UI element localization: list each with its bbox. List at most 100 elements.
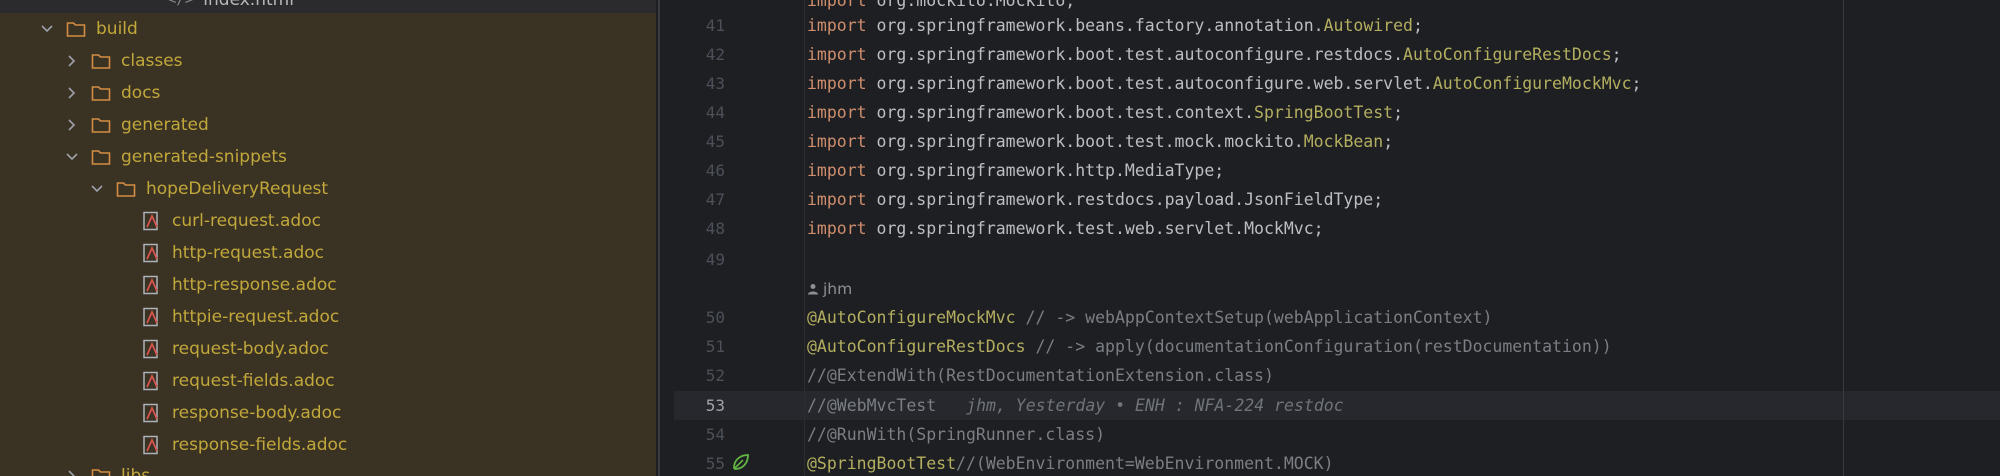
code-line[interactable]: 49: [674, 245, 2000, 274]
tree-item-hopedeliveryrequest[interactable]: hopeDeliveryRequest: [0, 173, 656, 205]
code-token: org.springframework.beans.factory.annota…: [866, 16, 1324, 35]
tree-item-label: http-request.adoc: [172, 243, 325, 263]
tree-item-label: httpie-request.adoc: [172, 307, 340, 327]
asciidoc-file-icon: [143, 435, 158, 455]
folder-icon: [66, 22, 86, 37]
line-number: 44: [705, 103, 725, 122]
code-token: import: [807, 45, 867, 64]
code-token: ;: [1412, 16, 1423, 35]
line-number: 49: [705, 250, 725, 269]
line-number: 48: [705, 219, 725, 238]
code-line[interactable]: 54 //@RunWith(SpringRunner.class): [674, 420, 2000, 449]
code-token: org.springframework.boot.test.mock.mocki…: [866, 132, 1304, 151]
code-token: org.springframework.test.web.servlet.Moc…: [866, 219, 1324, 238]
code-comment: // -> apply(documentationConfiguration(r…: [1025, 337, 1612, 356]
tree-item-label: docs: [121, 83, 161, 103]
line-number: 46: [705, 161, 725, 180]
code-comment: //@RunWith(SpringRunner.class): [807, 425, 1106, 444]
chevron-right-icon[interactable]: [65, 118, 79, 132]
tree-item-file[interactable]: response-body.adoc: [0, 397, 656, 429]
code-token: import: [807, 219, 867, 238]
tree-item-label: request-body.adoc: [172, 339, 329, 359]
tree-item-label: http-response.adoc: [172, 275, 337, 295]
line-number: 52: [705, 366, 725, 385]
code-vision-author-hint[interactable]: jhm: [807, 276, 852, 302]
code-token: import: [807, 16, 867, 35]
tree-item-file[interactable]: http-response.adoc: [0, 269, 656, 301]
tree-item-file[interactable]: curl-request.adoc: [0, 205, 656, 237]
code-line[interactable]: 52 //@ExtendWith(RestDocumentationExtens…: [674, 361, 2000, 390]
code-line[interactable]: 47 import org.springframework.restdocs.p…: [674, 185, 2000, 214]
code-token: org.springframework.boot.test.context.: [866, 103, 1255, 122]
author-name: jhm: [823, 280, 853, 298]
code-line[interactable]: 41 import org.springframework.beans.fact…: [674, 11, 2000, 40]
chevron-down-icon[interactable]: [40, 22, 54, 36]
code-line[interactable]: 44 import org.springframework.boot.test.…: [674, 98, 2000, 127]
tree-item-file[interactable]: request-body.adoc: [0, 333, 656, 365]
tree-item-file[interactable]: httpie-request.adoc: [0, 301, 656, 333]
chevron-right-icon[interactable]: [65, 469, 79, 476]
line-number: 54: [705, 425, 725, 444]
tree-item-label: request-fields.adoc: [172, 371, 335, 391]
code-line[interactable]: 42 import org.springframework.boot.test.…: [674, 40, 2000, 69]
chevron-down-icon[interactable]: [90, 182, 104, 196]
code-token: ;: [1393, 103, 1404, 122]
asciidoc-file-icon: [143, 403, 158, 423]
tree-item-label: generated-snippets: [121, 147, 287, 167]
code-line[interactable]: 43 import org.springframework.boot.test.…: [674, 69, 2000, 98]
code-line-current[interactable]: 53 //@WebMvcTest jhm, Yesterday • ENH : N…: [674, 391, 2000, 420]
tree-item-label: libs: [121, 466, 151, 476]
tree-item-classes[interactable]: classes: [0, 45, 656, 77]
html-file-icon: </>: [168, 0, 194, 8]
code-token: ;: [1631, 74, 1642, 93]
folder-icon: [91, 86, 111, 101]
tree-item-label: hopeDeliveryRequest: [146, 179, 329, 199]
code-token: import: [807, 74, 867, 93]
code-token: org.springframework.restdocs.payload.Jso…: [866, 190, 1384, 209]
code-token: Autowired: [1323, 16, 1413, 35]
tree-item-libs[interactable]: libs: [0, 460, 656, 476]
spring-bean-gutter-icon[interactable]: [730, 451, 752, 473]
code-token: MockBean: [1303, 132, 1384, 151]
code-line[interactable]: 48 import org.springframework.test.web.s…: [674, 214, 2000, 243]
tree-item-label: response-body.adoc: [172, 403, 342, 423]
tree-item-file[interactable]: request-fields.adoc: [0, 365, 656, 397]
code-token: org.springframework.boot.test.autoconfig…: [866, 45, 1404, 64]
code-token: AutoConfigureMockMvc: [1432, 74, 1632, 93]
chevron-right-icon[interactable]: [65, 54, 79, 68]
chevron-down-icon[interactable]: [65, 150, 79, 164]
code-token: org.mockito.Mockito;: [866, 0, 1076, 10]
code-line[interactable]: 46 import org.springframework.http.Media…: [674, 156, 2000, 185]
code-comment: //@ExtendWith(RestDocumentationExtension…: [807, 366, 1274, 385]
tree-item-build[interactable]: build: [0, 13, 656, 45]
code-token: import: [807, 132, 867, 151]
code-token: AutoConfigureRestDocs: [1403, 45, 1612, 64]
tree-item-generated[interactable]: generated: [0, 109, 656, 141]
tree-item-label: generated: [121, 115, 209, 135]
tree-item-docs[interactable]: docs: [0, 77, 656, 109]
code-token: @AutoConfigureMockMvc: [807, 308, 1016, 327]
asciidoc-file-icon: [143, 307, 158, 327]
tree-item-generated-snippets[interactable]: generated-snippets: [0, 141, 656, 173]
tree-item-file[interactable]: http-request.adoc: [0, 237, 656, 269]
line-number: 47: [705, 190, 725, 209]
code-comment: // -> webAppContextSetup(webApplicationC…: [1015, 308, 1493, 327]
code-line[interactable]: 51 @AutoConfigureRestDocs // -> apply(do…: [674, 332, 2000, 361]
code-line[interactable]: 45 import org.springframework.boot.test.…: [674, 127, 2000, 156]
inline-blame-annotation: jhm, Yesterday • ENH : NFA-224 restdoc: [966, 396, 1344, 415]
code-line[interactable]: 50 @AutoConfigureMockMvc // -> webAppCon…: [674, 303, 2000, 332]
tree-item-label: response-fields.adoc: [172, 435, 348, 455]
line-number: 50: [705, 308, 725, 327]
code-token: @AutoConfigureRestDocs: [807, 337, 1026, 356]
code-line[interactable]: 55 @SpringBootTest//(WebEnvironment=WebE…: [674, 449, 2000, 476]
code-editor[interactable]: import org.mockito.Mockito; 41 import or…: [674, 0, 2000, 476]
code-token: import: [807, 190, 867, 209]
line-number: 45: [705, 132, 725, 151]
folder-icon: [91, 54, 111, 69]
project-tree-panel: </> index.html build classes docs genera…: [0, 0, 656, 476]
code-token: @SpringBootTest: [807, 454, 957, 473]
tree-item-label: curl-request.adoc: [172, 211, 321, 231]
folder-icon: [116, 182, 136, 197]
chevron-right-icon[interactable]: [65, 86, 79, 100]
tree-item-file[interactable]: response-fields.adoc: [0, 429, 656, 461]
